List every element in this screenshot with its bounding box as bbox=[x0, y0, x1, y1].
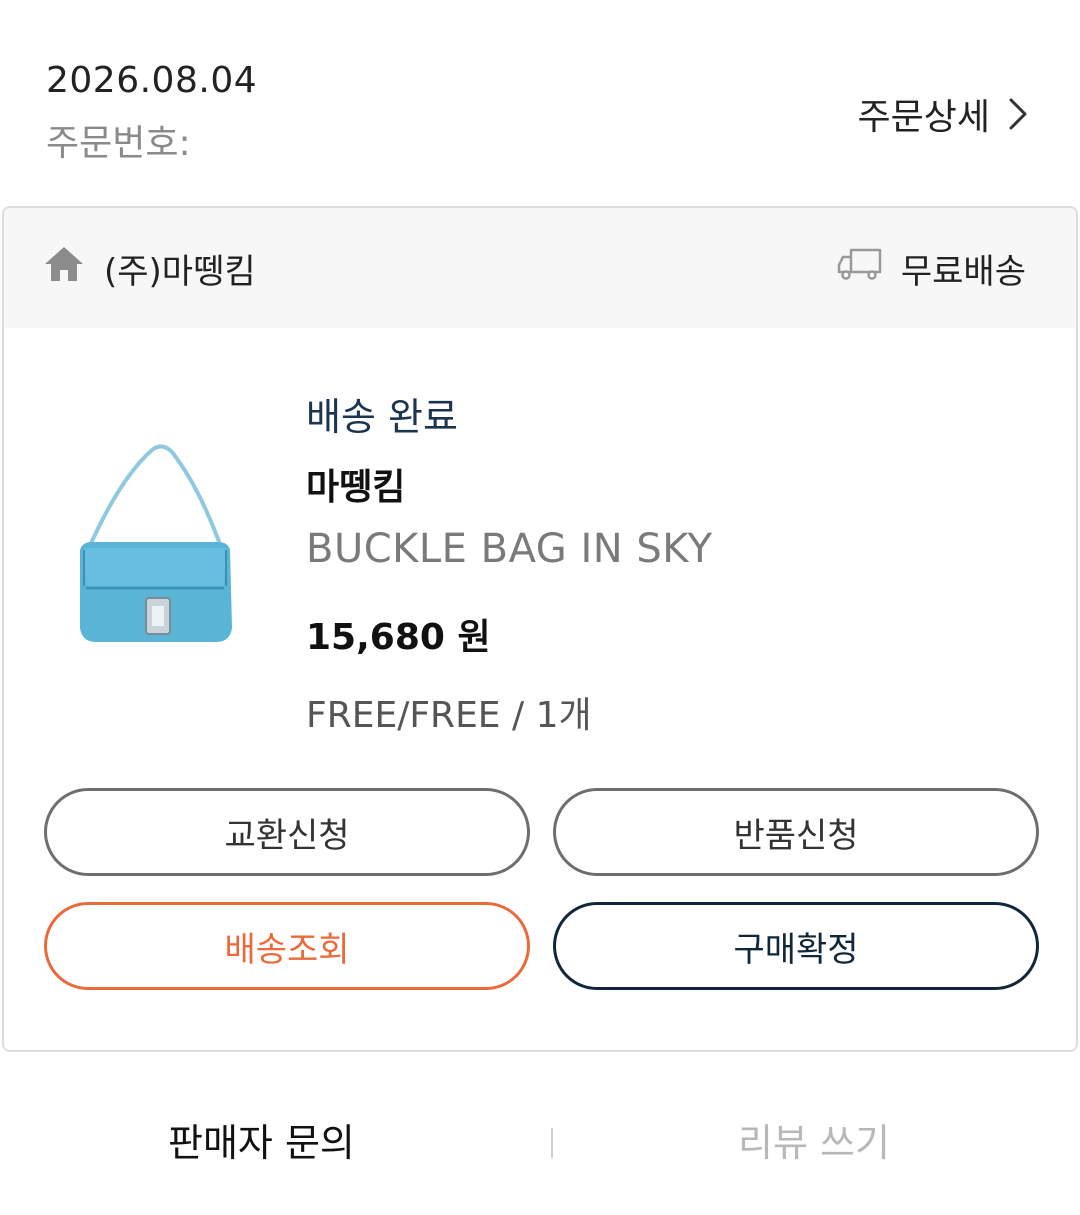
card-header: (주)마뗑킴 무료배송 bbox=[4, 208, 1076, 328]
order-number: 주문번호: bbox=[46, 114, 191, 166]
divider bbox=[551, 1128, 553, 1158]
product-price: 15,680 원 bbox=[306, 617, 491, 658]
return-request-button[interactable]: 반품신청 bbox=[553, 788, 1039, 876]
seller-name: (주)마뗑킴 bbox=[104, 251, 256, 292]
write-review-link[interactable]: 리뷰 쓰기 bbox=[738, 1112, 890, 1167]
order-item-card: (주)마뗑킴 무료배송 배송 완료 마뗑킴 BUCKLE BAG IN SKY … bbox=[2, 206, 1078, 1052]
product-image[interactable] bbox=[70, 438, 250, 658]
product-option: FREE/FREE / 1개 bbox=[306, 695, 592, 736]
delivery-status: 배송 완료 bbox=[306, 395, 458, 439]
order-page: 2026.08.04 주문번호: 주문상세 (주)마뗑킴 무료배송 배송 완료 … bbox=[0, 0, 1080, 1215]
order-detail-label: 주문상세 bbox=[857, 97, 990, 138]
truck-icon bbox=[837, 247, 883, 290]
product-name[interactable]: BUCKLE BAG IN SKY bbox=[306, 526, 713, 572]
shipping-label: 무료배송 bbox=[900, 251, 1026, 292]
seller-inquiry-link[interactable]: 판매자 문의 bbox=[168, 1112, 355, 1167]
order-number-label: 주문번호: bbox=[46, 123, 191, 164]
home-icon bbox=[42, 244, 86, 293]
product-brand: 마뗑킴 bbox=[306, 467, 406, 508]
shipping-info: 무료배송 bbox=[837, 244, 1026, 293]
delivery-tracking-button[interactable]: 배송조회 bbox=[44, 902, 530, 990]
purchase-confirm-button[interactable]: 구매확정 bbox=[553, 902, 1039, 990]
seller-info[interactable]: (주)마뗑킴 bbox=[42, 244, 256, 293]
order-detail-link[interactable]: 주문상세 bbox=[858, 88, 1028, 140]
exchange-request-button[interactable]: 교환신청 bbox=[44, 788, 530, 876]
order-date: 2026.08.04 bbox=[46, 60, 258, 101]
chevron-right-icon bbox=[1008, 97, 1028, 131]
